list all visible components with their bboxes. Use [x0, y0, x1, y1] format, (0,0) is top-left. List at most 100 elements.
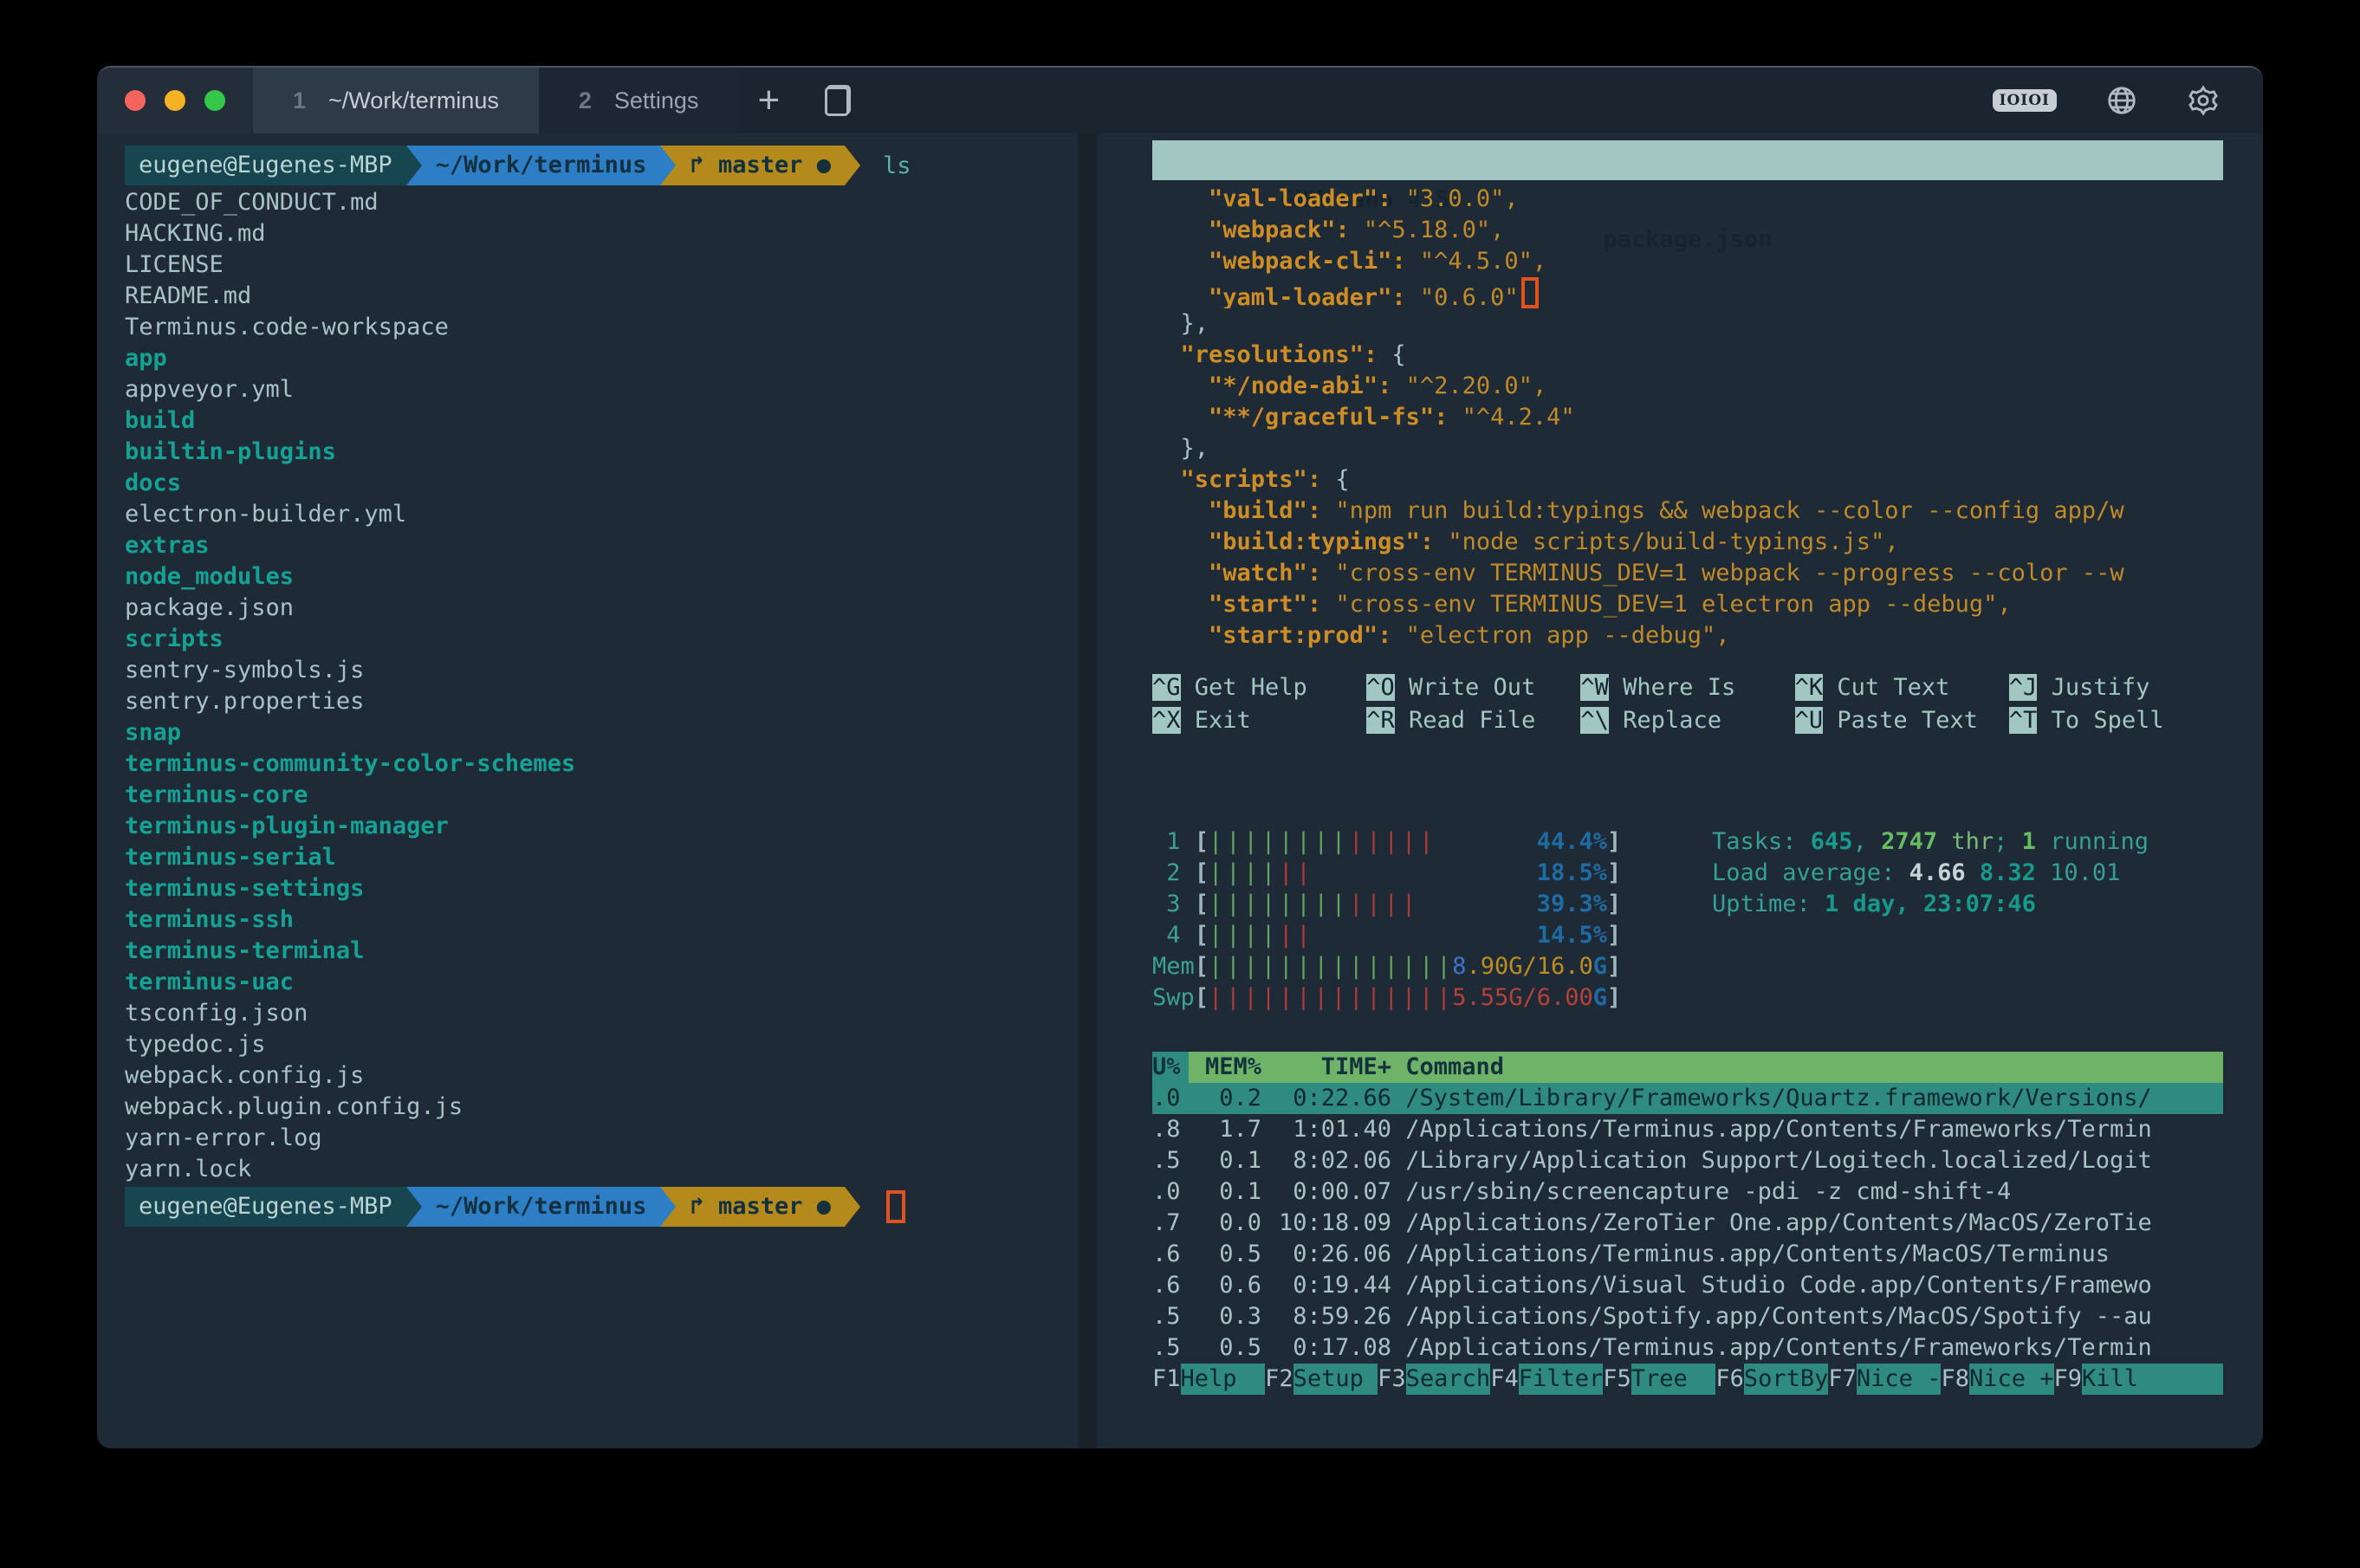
htop-meters: 1 [|||||||||||||44.4%] 2 [||||||18.5%] 3… — [1152, 826, 1689, 1014]
shortcut-label: Read File — [1395, 707, 1536, 734]
process-cell: 0.5 — [1189, 1239, 1261, 1270]
process-cell: 0.6 — [1189, 1270, 1261, 1301]
nano-shortcut: ^G Get Help — [1152, 672, 1366, 703]
process-cell: /Applications/Terminus.app/Contents/Fram… — [1391, 1114, 2223, 1145]
nano-shortcut: ^X Exit — [1152, 705, 1366, 736]
process-row[interactable]: .70.010:18.09 /Applications/ZeroTier One… — [1152, 1208, 2223, 1239]
fkey-label[interactable]: SortBy — [1744, 1364, 1829, 1395]
text-segment: { — [1391, 341, 1405, 368]
fkey-label[interactable]: Nice - — [1857, 1364, 1942, 1395]
prompt-user-segment: eugene@Eugenes-MBP — [125, 146, 406, 185]
text-segment: G — [1593, 984, 1607, 1011]
text-segment: : — [1378, 373, 1406, 399]
nano-shortcut: ^J Justify — [2009, 672, 2223, 703]
prompt-path-segment: ~/Work/terminus — [422, 146, 661, 185]
globe-icon[interactable] — [2105, 84, 2138, 117]
process-row[interactable]: .60.50:26.06 /Applications/Terminus.app/… — [1152, 1239, 2223, 1270]
text-segment: .90G/16.0 — [1466, 953, 1592, 980]
process-cell: 0.1 — [1189, 1176, 1261, 1208]
text-segment: : — [1391, 284, 1420, 308]
process-row[interactable]: .00.10:00.07 /usr/sbin/screencapture -pd… — [1152, 1176, 2223, 1208]
close-window-button[interactable] — [125, 90, 146, 111]
process-row[interactable]: .50.18:02.06 /Library/Application Suppor… — [1152, 1145, 2223, 1176]
text-segment — [1152, 310, 1181, 337]
zoom-window-button[interactable] — [204, 90, 225, 111]
nano-shortcut: ^R Read File — [1366, 705, 1580, 736]
terminal-pane-left[interactable]: eugene@Eugenes-MBP ~/Work/terminus ↱ mas… — [97, 133, 1078, 1448]
text-segment — [1152, 284, 1209, 308]
process-cell: .8 — [1152, 1114, 1189, 1145]
column-header-mem%[interactable]: MEM% — [1189, 1052, 1261, 1083]
nano-buffer: "val-loader": "3.0.0", "webpack": "^5.18… — [1152, 184, 2223, 651]
process-cell: 0:22.66 — [1261, 1083, 1391, 1114]
text-segment — [1152, 185, 1209, 212]
fkey-label[interactable]: Kill — [2082, 1364, 2223, 1395]
text-segment: : — [1307, 466, 1336, 493]
process-cell: 0:26.06 — [1261, 1239, 1391, 1270]
process-row[interactable]: .81.71:01.40 /Applications/Terminus.app/… — [1152, 1114, 2223, 1145]
text-segment: "webpack" — [1209, 217, 1335, 243]
text-segment: 8 — [1452, 953, 1466, 980]
git-branch-icon: ↱ — [690, 152, 703, 178]
column-header-command[interactable]: Command — [1391, 1052, 2223, 1083]
file-entry: Terminus.code-workspace — [125, 312, 1078, 343]
shortcut-label: Justify — [2037, 674, 2149, 701]
shortcut-label: Cut Text — [1823, 674, 1949, 701]
minimize-window-button[interactable] — [165, 90, 185, 111]
tab-settings[interactable]: 2 Settings — [539, 68, 739, 133]
process-cell: /Applications/ZeroTier One.app/Contents/… — [1391, 1208, 2223, 1239]
file-entry: sentry.properties — [125, 686, 1078, 717]
directory-entry: terminus-ssh — [125, 904, 1078, 936]
process-cell: /Library/Application Support/Logitech.lo… — [1391, 1145, 2223, 1176]
fkey-label[interactable]: Setup — [1293, 1364, 1378, 1395]
nano-code-line: "webpack-cli": "^4.5.0", — [1152, 246, 2223, 277]
htop-meter: 3 [||||||||||||39.3%] — [1152, 889, 1689, 920]
text-segment: "^5.18.0" — [1364, 217, 1490, 243]
pane-divider[interactable] — [1078, 133, 1097, 1448]
process-row[interactable]: .50.38:59.26 /Applications/Spotify.app/C… — [1152, 1301, 2223, 1332]
process-cell: 0.2 — [1189, 1083, 1261, 1114]
htop-stats: Tasks: 645, 2747 thr; 1 runningLoad aver… — [1712, 826, 2149, 1014]
titlebar-icons: IOIOI — [1993, 68, 2263, 133]
fkey-label[interactable]: Tree — [1631, 1364, 1716, 1395]
column-header-time+[interactable]: TIME+ — [1261, 1052, 1391, 1083]
text-segment — [1152, 373, 1209, 399]
htop-process-table: U%MEM%TIME+ Command .00.20:22.66 /System… — [1152, 1052, 2223, 1395]
nano-shortcut: ^W Where Is — [1580, 672, 1794, 703]
process-row[interactable]: .60.60:19.44 /Applications/Visual Studio… — [1152, 1270, 2223, 1301]
directory-entry: terminus-community-color-schemes — [125, 748, 1078, 780]
duplicate-tab-icon[interactable] — [825, 85, 851, 116]
process-cell: /Applications/Terminus.app/Contents/Fram… — [1391, 1332, 2223, 1364]
nano-shortcut: ^O Write Out — [1366, 672, 1580, 703]
fkey-label[interactable]: Search — [1406, 1364, 1491, 1395]
text-segment: "^4.2.4" — [1462, 404, 1575, 431]
fkey-f8: F8 — [1941, 1364, 1969, 1395]
directory-entry: terminus-settings — [125, 873, 1078, 904]
text-segment: : — [1307, 560, 1336, 586]
fkey-label[interactable]: Filter — [1519, 1364, 1604, 1395]
text-segment: "*/node-abi" — [1209, 373, 1378, 399]
git-branch-icon: ↱ — [690, 1193, 703, 1220]
serial-port-icon[interactable]: IOIOI — [1993, 89, 2057, 112]
fkey-label[interactable]: Help — [1181, 1364, 1266, 1395]
new-tab-button[interactable]: + — [757, 81, 780, 120]
text-segment: }, — [1181, 435, 1209, 462]
nano-code-line: "build": "npm run build:typings && webpa… — [1152, 496, 2223, 527]
process-table-header[interactable]: U%MEM%TIME+ Command — [1152, 1052, 2223, 1083]
tab-bar: 1 ~/Work/terminus 2 Settings + IOIOI — [97, 68, 2263, 133]
fkey-label[interactable]: Nice + — [1969, 1364, 2054, 1395]
gear-icon[interactable] — [2187, 84, 2220, 117]
nano-code-line: }, — [1152, 433, 2223, 464]
htop-fkey-bar: F1Help F2Setup F3SearchF4FilterF5Tree F6… — [1152, 1364, 2223, 1395]
tab-label: ~/Work/terminus — [328, 87, 499, 114]
tab-work-terminus[interactable]: 1 ~/Work/terminus — [253, 68, 539, 133]
process-row[interactable]: .00.20:22.66 /System/Library/Frameworks/… — [1152, 1083, 2223, 1114]
text-segment — [1152, 404, 1209, 431]
terminal-pane-right[interactable]: GNU nano 4.5 package.json "val-loader": … — [1097, 133, 2263, 1448]
text-segment: 1 — [2022, 828, 2036, 855]
directory-entry: terminus-core — [125, 780, 1078, 811]
process-row[interactable]: .50.50:17.08 /Applications/Terminus.app/… — [1152, 1332, 2223, 1364]
shortcut-key: ^T — [2009, 707, 2038, 734]
column-header-u%[interactable]: U% — [1152, 1052, 1189, 1083]
directory-entry: terminus-plugin-manager — [125, 811, 1078, 842]
